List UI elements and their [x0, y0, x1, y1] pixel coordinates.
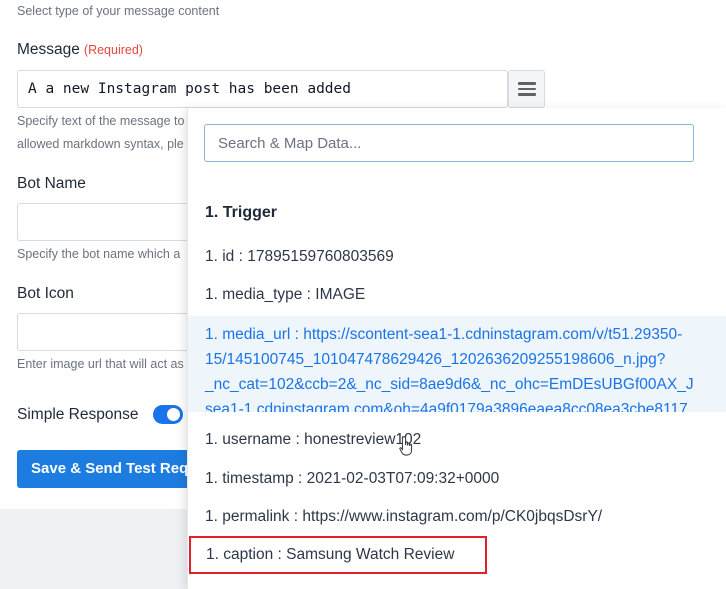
- bot-icon-helper: Enter image url that will act as: [17, 357, 184, 371]
- map-data-menu-button[interactable]: [508, 70, 545, 108]
- message-helper-line1: Specify text of the message to: [17, 114, 185, 128]
- map-item-media-url[interactable]: 1. media_url : https://scontent-sea1-1.c…: [188, 316, 726, 412]
- media-url-line: 1. media_url : https://scontent-sea1-1.c…: [205, 326, 683, 343]
- content-type-helper: Select type of your message content: [17, 4, 220, 18]
- media-url-line: sea1-1.cdninstagram.com&oh=4a9f0179a3896…: [205, 401, 688, 412]
- map-item-media-type[interactable]: 1. media_type : IMAGE: [205, 286, 365, 304]
- toggle-knob: [167, 408, 180, 421]
- bot-name-label: Bot Name: [17, 175, 86, 192]
- map-item-permalink[interactable]: 1. permalink : https://www.instagram.com…: [205, 508, 602, 526]
- simple-response-label: Simple Response: [17, 406, 139, 423]
- map-data-dropdown: Search & Map Data... 1. Trigger 1. id : …: [187, 108, 726, 589]
- simple-response-toggle[interactable]: [153, 405, 183, 424]
- message-label-text: Message: [17, 41, 80, 58]
- message-helper-line2: allowed markdown syntax, ple: [17, 137, 184, 151]
- media-url-line: _nc_cat=102&ccb=2&_nc_sid=8ae9d6&_nc_ohc…: [205, 376, 694, 393]
- bot-icon-label: Bot Icon: [17, 285, 74, 302]
- map-item-id[interactable]: 1. id : 17895159760803569: [205, 248, 394, 266]
- hand-cursor-icon: [399, 436, 413, 456]
- bot-name-helper: Specify the bot name which a: [17, 247, 181, 261]
- hamburger-icon: [517, 82, 536, 96]
- message-input[interactable]: A a new Instagram post has been added: [17, 70, 508, 108]
- map-item-timestamp[interactable]: 1. timestamp : 2021-02-03T07:09:32+0000: [205, 470, 499, 488]
- trigger-section-heading: 1. Trigger: [205, 204, 278, 221]
- required-marker: (Required): [83, 43, 143, 57]
- message-label: Message (Required): [17, 41, 143, 59]
- map-item-username[interactable]: 1. username : honestreview102: [205, 431, 421, 449]
- map-item-caption[interactable]: 1. caption : Samsung Watch Review: [189, 536, 487, 574]
- map-data-search-input[interactable]: Search & Map Data...: [204, 124, 694, 162]
- media-url-line: 15/145100745_101047478629426_12026362092…: [205, 351, 666, 368]
